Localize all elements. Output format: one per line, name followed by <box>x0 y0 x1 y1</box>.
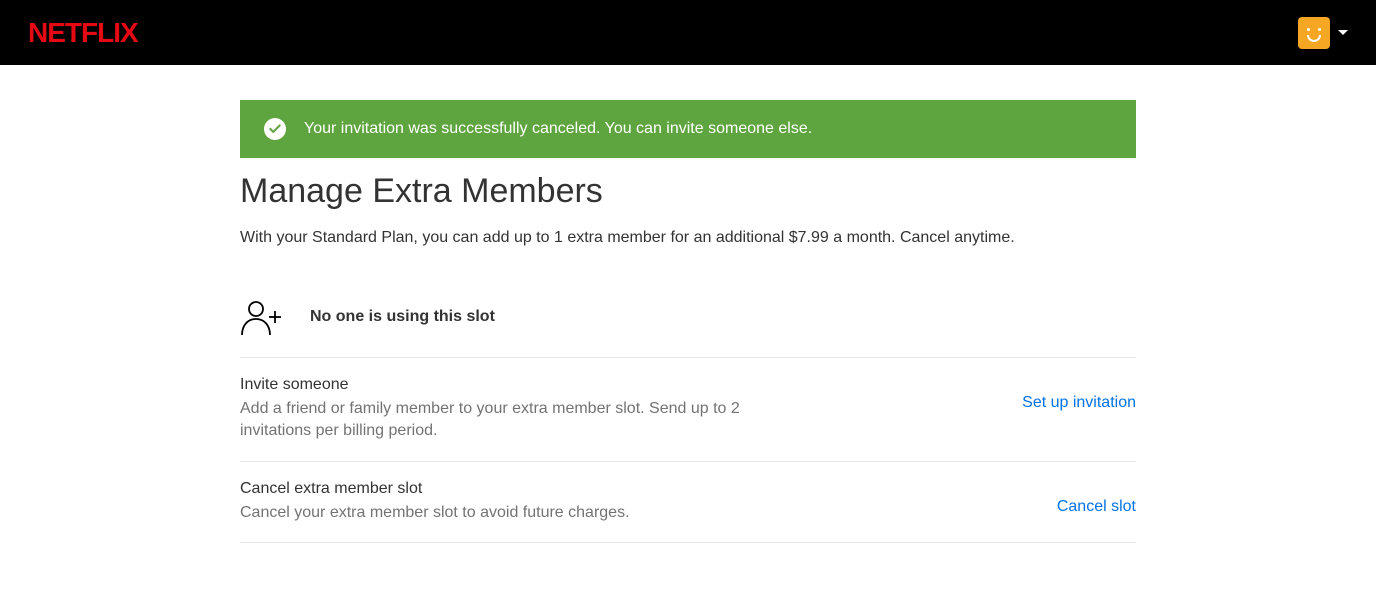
cancel-description: Cancel your extra member slot to avoid f… <box>240 502 630 524</box>
success-banner: Your invitation was successfully cancele… <box>240 100 1136 158</box>
cancel-row: Cancel extra member slot Cancel your ext… <box>240 462 1136 543</box>
invite-row: Invite someone Add a friend or family me… <box>240 358 1136 462</box>
slot-status: No one is using this slot <box>310 308 495 326</box>
invite-description: Add a friend or family member to your ex… <box>240 398 740 443</box>
avatar <box>1298 17 1330 49</box>
cancel-title: Cancel extra member slot <box>240 480 630 498</box>
setup-invitation-link[interactable]: Set up invitation <box>1022 394 1136 412</box>
netflix-logo[interactable]: NETFLIX <box>28 17 138 49</box>
invite-title: Invite someone <box>240 376 740 394</box>
banner-message: Your invitation was successfully cancele… <box>304 120 812 138</box>
person-add-icon <box>240 299 284 335</box>
profile-menu[interactable] <box>1298 17 1348 49</box>
page-description: With your Standard Plan, you can add up … <box>240 229 1136 247</box>
slot-row: No one is using this slot <box>240 299 1136 358</box>
header: NETFLIX <box>0 0 1376 65</box>
caret-down-icon <box>1338 30 1348 35</box>
cancel-slot-link[interactable]: Cancel slot <box>1057 498 1136 516</box>
main-content: Your invitation was successfully cancele… <box>240 65 1136 543</box>
check-circle-icon <box>264 118 286 140</box>
page-title: Manage Extra Members <box>240 172 1136 211</box>
